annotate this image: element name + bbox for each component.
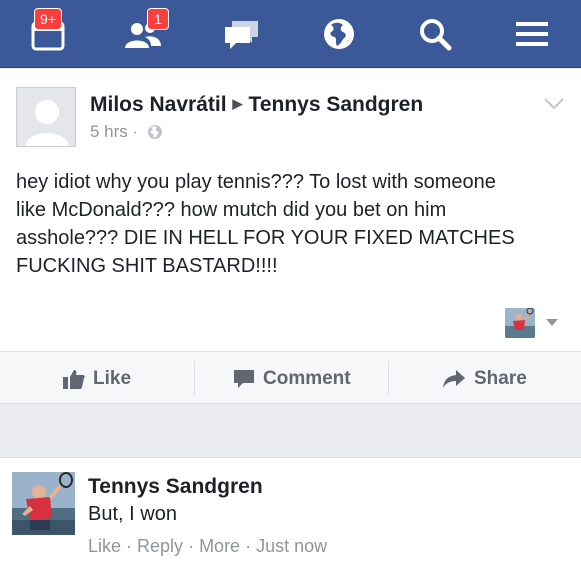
author-avatar[interactable] (16, 87, 76, 147)
tennis-player-photo-icon (505, 308, 535, 338)
post-header: Milos Navrátil ▶ Tennys Sandgren (90, 93, 423, 117)
reactor-avatar[interactable] (505, 308, 535, 338)
comment-item: Tennys Sandgren But, I won Like · Reply … (0, 457, 581, 570)
comment-dot: · (121, 536, 138, 556)
friends-badge: 1 (147, 8, 169, 30)
action-divider (388, 361, 389, 395)
like-button[interactable]: Like (63, 352, 131, 405)
comment-button[interactable]: Comment (233, 352, 351, 405)
messages-icon (225, 21, 258, 49)
commenter-name[interactable]: Tennys Sandgren (88, 475, 263, 499)
comment-dot: · (240, 536, 257, 556)
reactor-dropdown-icon[interactable] (545, 318, 559, 328)
search-icon (420, 19, 452, 51)
comment-reply-link[interactable]: Reply (137, 536, 183, 556)
post-meta: 5 hrs · (90, 122, 163, 142)
tennis-player-photo-icon (12, 472, 75, 535)
comment-label: Comment (263, 367, 351, 389)
hamburger-menu-icon (516, 22, 548, 46)
post-options-chevron-icon[interactable] (543, 97, 565, 111)
nav-search[interactable] (405, 8, 465, 60)
nav-notifications[interactable] (309, 8, 369, 60)
top-navigation-bar: 9+ 1 (0, 0, 581, 68)
post-text: hey idiot why you play tennis??? To lost… (16, 171, 515, 277)
thumbs-up-icon (63, 369, 85, 389)
action-divider (194, 361, 195, 395)
comment-more-link[interactable]: More (199, 536, 240, 556)
like-label: Like (93, 367, 132, 389)
meta-separator: · (132, 122, 139, 141)
comment-actions: Like · Reply · More · Just now (88, 536, 327, 557)
post-target-name[interactable]: Tennys Sandgren (249, 93, 424, 116)
commenter-avatar[interactable] (12, 472, 75, 535)
comment-text: But, I won (88, 503, 177, 525)
comment-dot: · (183, 536, 200, 556)
share-button[interactable]: Share (442, 352, 527, 405)
public-globe-icon (147, 125, 162, 139)
nav-messages[interactable] (212, 8, 272, 60)
share-arrow-icon (443, 369, 465, 388)
friend-requests-badge: 9+ (34, 8, 62, 30)
comment-bubble-icon (234, 369, 254, 388)
post-time[interactable]: 5 hrs (90, 122, 128, 141)
globe-icon (324, 19, 354, 49)
comment-time: Just now (256, 536, 328, 556)
nav-friends[interactable]: 1 (113, 8, 173, 60)
post-card: Milos Navrátil ▶ Tennys Sandgren 5 hrs · h… (0, 69, 581, 351)
share-label: Share (474, 367, 527, 389)
nav-menu[interactable] (502, 8, 562, 60)
triangle-right-icon: ▶ (232, 96, 243, 111)
nav-friend-requests[interactable]: 9+ (18, 8, 78, 60)
comment-like-link[interactable]: Like (88, 536, 121, 556)
post-author-name[interactable]: Milos Navrátil (90, 93, 227, 116)
default-avatar-icon (17, 88, 75, 146)
post-action-bar: Like Comment Share (0, 351, 581, 404)
